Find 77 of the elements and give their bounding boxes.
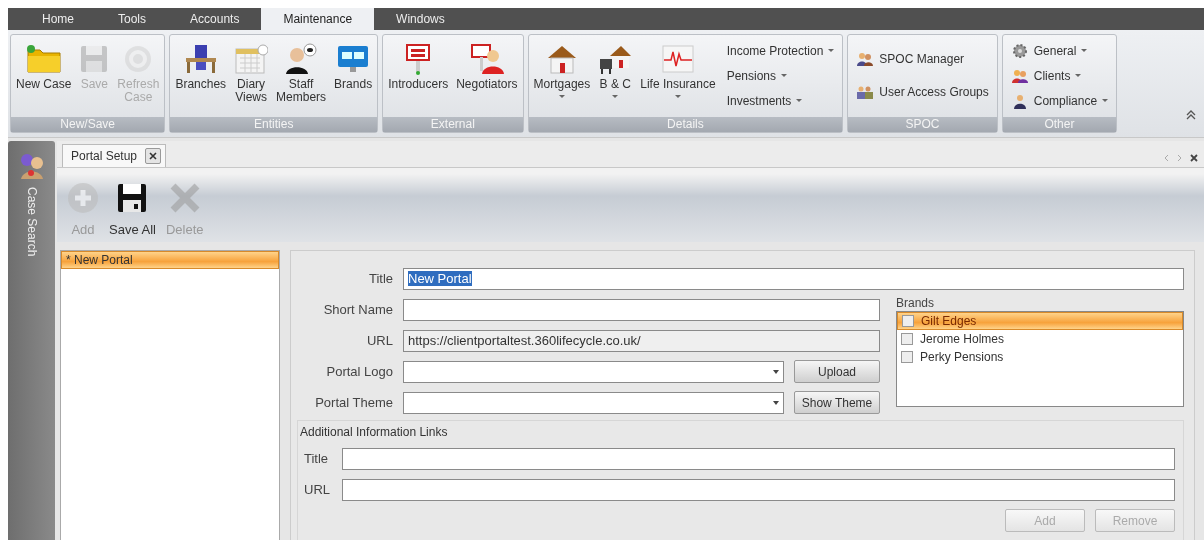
dropdown-field[interactable]: [403, 360, 784, 383]
ribbon-button[interactable]: Diary Views: [231, 38, 272, 106]
ribbon-button[interactable]: Brands: [331, 38, 376, 93]
heartbeat-icon: [660, 44, 695, 74]
ribbon-button[interactable]: Negotiators: [453, 38, 521, 93]
ribbon-button[interactable]: Investments: [724, 90, 837, 111]
brand-list-item[interactable]: Gilt Edges: [897, 312, 1183, 330]
caret-icon[interactable]: [773, 369, 779, 374]
group-title: Entities: [170, 117, 378, 132]
ribbon-button[interactable]: Income Protection: [724, 40, 837, 61]
field-label: URL: [304, 482, 331, 497]
house-chair-icon: [598, 43, 633, 75]
delete-icon: [169, 182, 200, 214]
field-label: Short Name: [322, 302, 393, 317]
monitor-icon: [336, 44, 371, 74]
close-icon[interactable]: [1190, 154, 1198, 162]
ribbon-button[interactable]: Mortgages: [530, 38, 594, 100]
text-field[interactable]: New Portal: [403, 267, 1184, 290]
action-button[interactable]: Upload: [794, 360, 880, 383]
ribbon-button[interactable]: User Access Groups: [854, 81, 991, 102]
menu-tab[interactable]: Tools: [96, 8, 169, 30]
ribbon-button[interactable]: SPOC Manager: [854, 48, 991, 69]
gear-icon: [1010, 42, 1029, 59]
field-label: Portal Theme: [314, 395, 393, 410]
brands-label: Brands: [896, 296, 936, 311]
ribbon-button[interactable]: Life Insurance: [637, 38, 719, 100]
folder-icon: [25, 44, 62, 74]
text-field[interactable]: [342, 447, 1175, 470]
group-title: Details: [528, 117, 843, 132]
document-tab[interactable]: Portal Setup: [62, 144, 167, 167]
ribbon-button[interactable]: New Case: [13, 38, 75, 93]
brand-list-item[interactable]: Perky Pensions: [897, 348, 1183, 366]
people-icon: [856, 50, 875, 67]
checkbox[interactable]: [901, 351, 913, 363]
checkbox[interactable]: [901, 333, 913, 345]
toolbar-button[interactable]: Save All: [109, 182, 156, 242]
group-title: External: [383, 117, 523, 132]
text-field[interactable]: [403, 298, 880, 321]
ribbon-button[interactable]: Introducers: [385, 38, 452, 93]
close-icon[interactable]: [145, 148, 162, 164]
chair-icon: [183, 44, 218, 74]
ribbon-button[interactable]: Clients: [1008, 65, 1111, 86]
group-title: Other: [1002, 117, 1117, 132]
collapse-icon[interactable]: [1186, 110, 1196, 120]
group-title: New/Save: [11, 117, 165, 132]
add-icon: [67, 182, 99, 214]
case-search-tab[interactable]: Case Search: [16, 151, 47, 257]
ribbon-button[interactable]: B & C: [595, 38, 636, 100]
text-field[interactable]: https://clientportaltest.360lifecycle.co.uk/: [403, 329, 880, 352]
person-icon: [284, 43, 319, 75]
scroll-left-icon[interactable]: [1164, 154, 1169, 162]
action-button[interactable]: Show Theme: [794, 391, 880, 414]
field-label: Portal Logo: [325, 364, 393, 379]
dropdown-field[interactable]: [403, 391, 784, 414]
scroll-right-icon[interactable]: [1177, 154, 1182, 162]
field-label: Title: [367, 271, 393, 286]
ribbon-button[interactable]: Compliance: [1008, 90, 1111, 111]
menu-tab[interactable]: Home: [20, 8, 96, 30]
menu-tab[interactable]: Windows: [374, 8, 467, 30]
ribbon-button[interactable]: Pensions: [724, 65, 837, 86]
menu-tab[interactable]: Accounts: [168, 8, 262, 30]
list-item[interactable]: * New Portal: [61, 251, 279, 269]
ribbon-button[interactable]: General: [1008, 40, 1111, 61]
people-icon: [1010, 67, 1029, 84]
field-label: URL: [366, 333, 393, 348]
section-title: Additional Information Links: [300, 425, 449, 441]
menu-tab[interactable]: Maintenance: [261, 8, 375, 30]
group-title: SPOC: [848, 117, 997, 132]
calendar-icon: [234, 44, 269, 74]
ribbon-button[interactable]: Branches: [172, 38, 230, 93]
ribbon-button[interactable]: Staff Members: [273, 38, 330, 106]
brand-list-item[interactable]: Jerome Holmes: [897, 330, 1183, 348]
checkbox[interactable]: [902, 315, 914, 327]
text-field[interactable]: [342, 478, 1175, 501]
field-label: Title: [304, 451, 330, 466]
caret-icon[interactable]: [773, 400, 779, 405]
sign-person-icon: [469, 43, 504, 75]
